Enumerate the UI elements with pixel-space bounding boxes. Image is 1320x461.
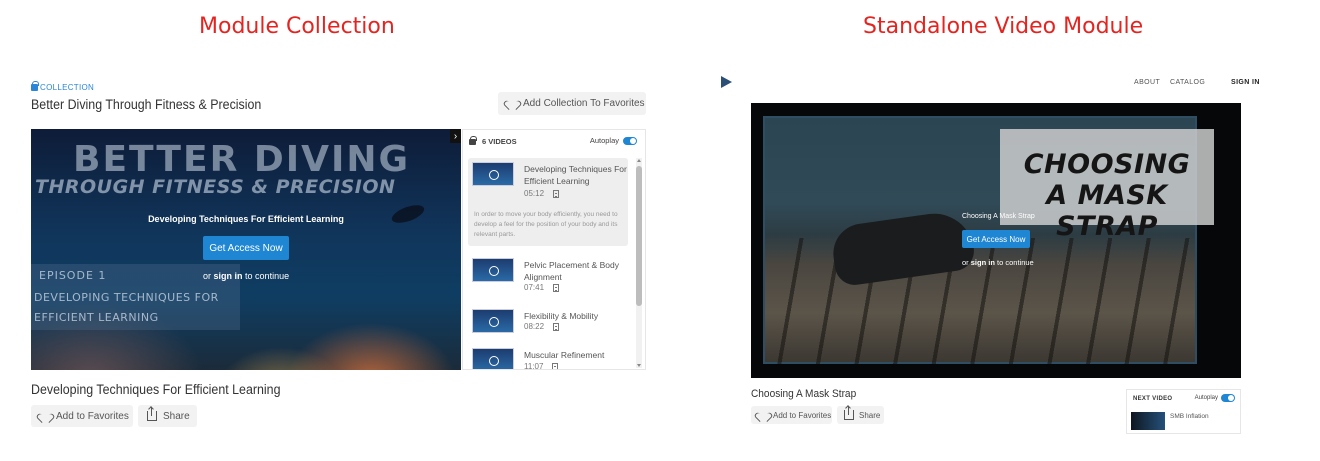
playlist-item-meta: 08:22 [524,322,560,331]
playlist-item-description: In order to move your body efficiently, … [474,211,618,238]
autoplay-label: Autoplay [589,136,619,145]
overlay-line-1: CHOOSING [1023,149,1191,180]
document-icon [552,362,559,369]
autoplay-toggle[interactable] [1221,394,1235,402]
next-video-label: NEXT VIDEO [1133,396,1173,402]
document-icon [553,189,560,198]
document-icon [553,283,560,292]
scroll-up-icon[interactable] [637,159,641,162]
hero-module-name: Developing Techniques For Efficient Lear… [148,214,344,224]
document-icon [553,322,560,331]
playlist-item-duration: 08:22 [524,322,545,331]
signin-prompt: or sign in to continue [962,258,1034,267]
video-thumbnail [472,309,514,333]
get-access-now-button[interactable]: Get Access Now [203,236,289,260]
playlist-item-title: Flexibility & Mobility [524,311,599,321]
share-icon [147,407,157,421]
video-thumbnail [472,348,514,369]
player-module-name: Choosing A Mask Strap [962,213,1035,220]
brand-logo-icon[interactable] [721,76,732,88]
episode-title: DEVELOPING TECHNIQUES FOR EFFICIENT LEAR… [34,291,219,324]
autoplay-control: Autoplay [590,136,637,145]
heart-icon [507,99,517,108]
signin-suffix: to continue [997,258,1034,267]
playlist-scrollbar[interactable] [636,158,642,368]
signin-prompt: or sign in to continue [203,271,289,281]
playlist-item-title: Pelvic Placement & Body Alignment [524,260,619,282]
playlist-item[interactable]: Muscular Refinement 11:07 [468,344,628,370]
collapse-playlist-arrow-icon[interactable]: › [450,129,461,143]
playlist-item-duration: 05:12 [524,189,545,198]
hero-sub-title: THROUGH FITNESS & PRECISION [35,176,396,198]
standalone-video-module-heading: Standalone Video Module [863,14,1144,39]
title-overlay-panel: CHOOSING A MASK STRAP [1000,129,1214,242]
collection-tag-label: COLLECTION [40,83,95,92]
add-to-favorites-label: Add to Favorites [773,410,832,420]
share-label: Share [163,410,190,422]
signin-prefix: or [962,258,969,267]
video-count: 6 VIDEOS [482,136,517,146]
collection-tag: COLLECTION [31,81,95,92]
autoplay-label: Autoplay [1194,395,1218,401]
next-video-thumbnail[interactable] [1131,412,1165,430]
standalone-video-player[interactable]: CHOOSING A MASK STRAP Choosing A Mask St… [751,103,1241,378]
hero-big-title: BETTER DIVING [73,139,411,180]
video-thumbnail [472,258,514,282]
add-to-favorites-button[interactable]: Add to Favorites [31,405,133,427]
share-button[interactable]: Share [138,405,197,427]
add-to-favorites-button[interactable]: Add to Favorites [751,406,832,424]
heart-icon [40,412,50,421]
signin-link[interactable]: sign in [214,271,243,281]
next-video-card: NEXT VIDEO Autoplay SMB Inflation [1126,389,1241,434]
nav-about-link[interactable]: ABOUT [1134,79,1160,86]
share-button[interactable]: Share [837,406,884,424]
playlist-item-duration: 11:07 [524,362,544,370]
add-to-favorites-label: Add to Favorites [56,410,129,422]
playlist-item-meta: 05:12 [524,189,560,198]
signin-prefix: or [203,271,212,281]
collection-playlist: 6 VIDEOS Autoplay Developing Techniques … [462,129,646,370]
playlist-item[interactable]: Pelvic Placement & Body Alignment 07:41 [468,254,628,296]
collection-title: Better Diving Through Fitness & Precisio… [31,97,262,112]
heart-icon [758,411,768,420]
share-icon [844,406,854,420]
add-collection-to-favorites-button[interactable]: Add Collection To Favorites [498,92,646,115]
playlist-item-duration: 07:41 [524,283,545,292]
autoplay-control: Autoplay [1195,394,1235,402]
playlist-item-title: Muscular Refinement [524,350,605,360]
collection-module-title: Developing Techniques For Efficient Lear… [31,382,281,397]
nav-signin-link[interactable]: SIGN IN [1231,79,1260,86]
title-overlay-text: CHOOSING A MASK STRAP [1000,149,1214,242]
playlist-item[interactable]: Developing Techniques For Efficient Lear… [468,158,628,246]
collection-video-player[interactable]: BETTER DIVING THROUGH FITNESS & PRECISIO… [31,129,461,370]
lock-icon [469,136,477,145]
playlist-item[interactable]: Flexibility & Mobility 08:22 [468,305,628,339]
share-label: Share [859,410,881,420]
add-collection-to-favorites-label: Add Collection To Favorites [523,98,645,109]
standalone-module-title: Choosing A Mask Strap [751,388,857,400]
scrollbar-thumb[interactable] [636,166,642,306]
scroll-down-icon[interactable] [637,364,641,367]
playlist-item-meta: 07:41 [524,283,560,292]
next-video-title[interactable]: SMB Inflation [1170,413,1209,420]
signin-suffix: to continue [245,271,290,281]
video-thumbnail [472,162,514,186]
playlist-item-meta: 11:07 [524,362,559,370]
lock-icon [31,81,39,91]
overlay-line-2: A MASK STRAP [1046,180,1168,242]
playlist-item-title: Developing Techniques For Efficient Lear… [524,164,627,186]
autoplay-toggle[interactable] [623,136,637,145]
module-collection-heading: Module Collection [199,14,395,39]
get-access-now-button[interactable]: Get Access Now [962,230,1030,248]
nav-catalog-link[interactable]: CATALOG [1170,79,1205,86]
signin-link[interactable]: sign in [971,258,995,267]
episode-label: EPISODE 1 [39,269,107,282]
deck-planks [765,238,1195,364]
